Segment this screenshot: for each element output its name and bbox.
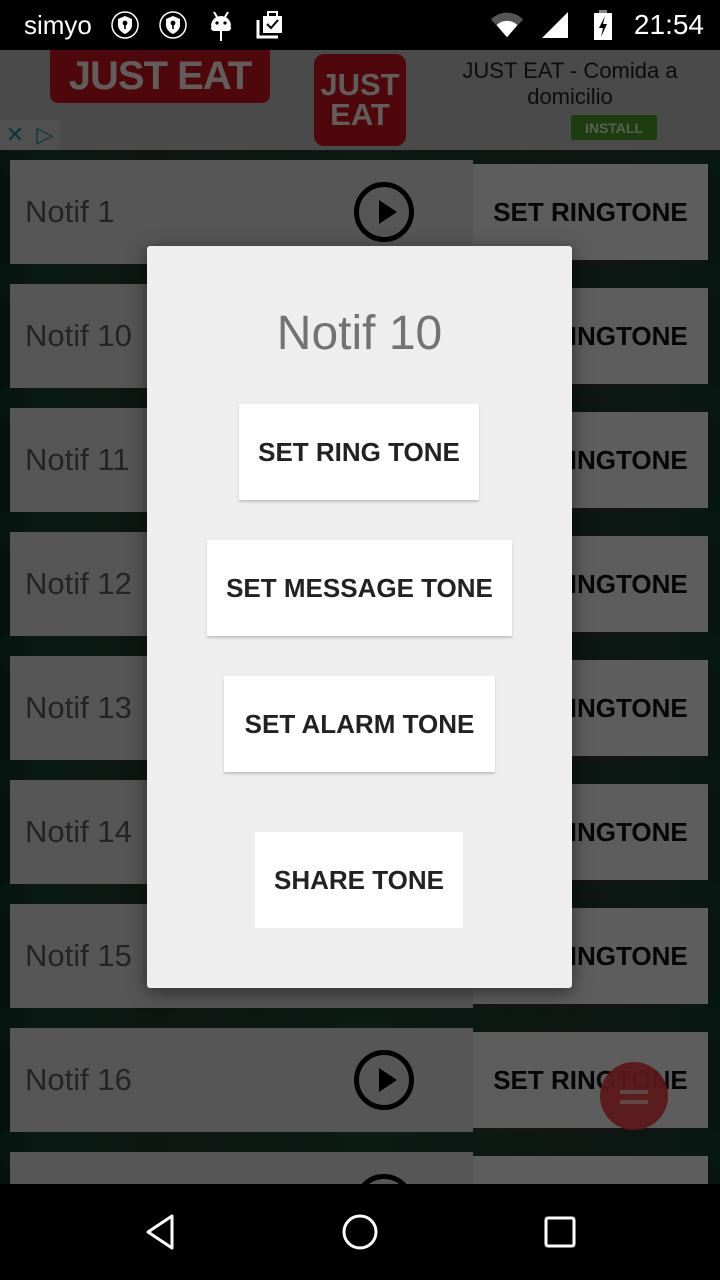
set-alarm-tone-button[interactable]: SET ALARM TONE (224, 676, 495, 772)
android-icon (204, 8, 238, 42)
set-message-tone-button[interactable]: SET MESSAGE TONE (207, 540, 512, 636)
navigation-bar (0, 1184, 720, 1280)
vpn-shield-icon (108, 8, 142, 42)
carrier-name: simyo (24, 9, 92, 40)
home-icon[interactable] (340, 1212, 380, 1252)
clock: 21:54 (633, 9, 704, 40)
wifi-icon (490, 8, 524, 42)
set-ring-tone-button[interactable]: SET RING TONE (239, 404, 479, 500)
battery-charging-icon (586, 8, 620, 42)
signal-icon (538, 8, 572, 42)
back-icon[interactable] (140, 1212, 180, 1252)
tone-options-dialog: Notif 10 SET RING TONE SET MESSAGE TONE … (147, 246, 572, 988)
share-tone-button[interactable]: SHARE TONE (255, 832, 463, 928)
vpn-shield-icon (156, 8, 190, 42)
recents-icon[interactable] (540, 1212, 580, 1252)
clipboard-check-icon (252, 8, 286, 42)
status-bar: simyo 21:54 (0, 0, 720, 50)
dialog-title: Notif 10 (276, 307, 443, 360)
